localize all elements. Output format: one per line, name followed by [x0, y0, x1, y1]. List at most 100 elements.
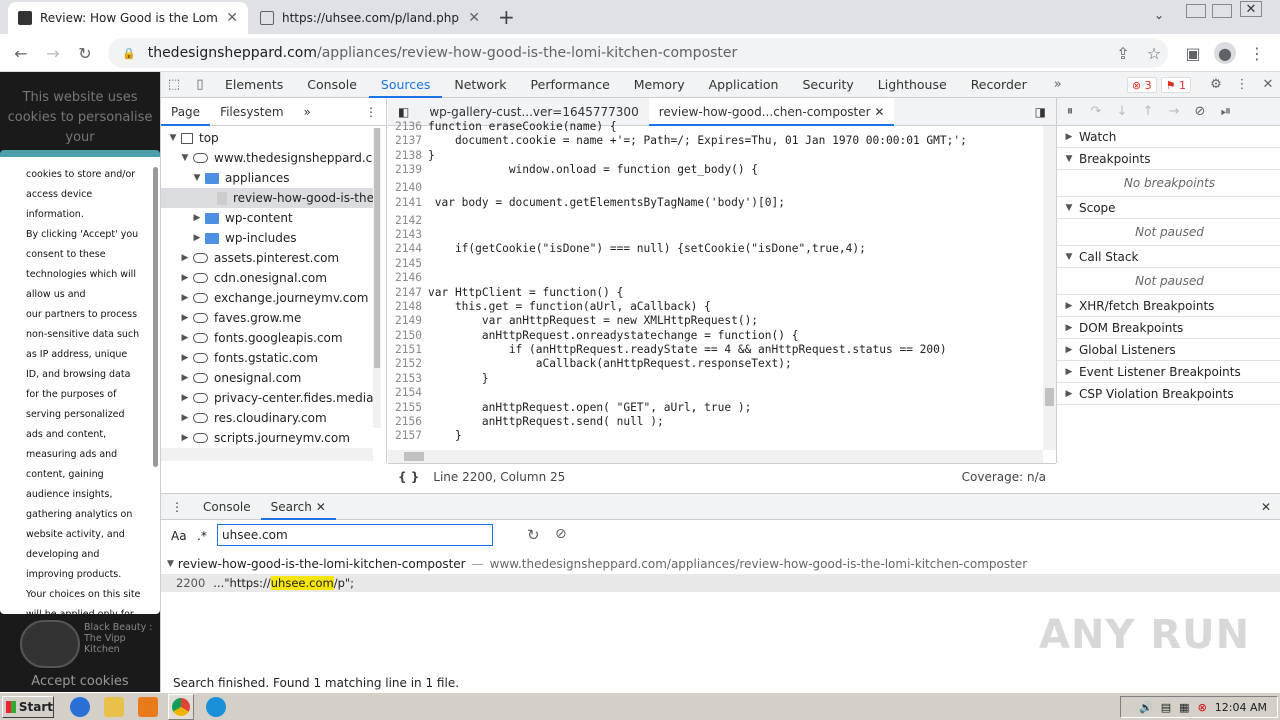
back-arrow-icon[interactable]: ←	[10, 42, 32, 64]
browser-tab-active[interactable]: Review: How Good is the Lomi Kitche ✕	[8, 2, 248, 34]
clear-search-icon[interactable]: ⊘	[555, 526, 567, 542]
expand-triangle-icon[interactable]: ▶	[179, 433, 191, 443]
tree-item[interactable]: ▶ faves.grow.me	[161, 308, 373, 328]
tree-item[interactable]: ▼ www.thedesignsheppard.com	[161, 148, 373, 168]
code-lines[interactable]: 2136 function eraseCookie(name) {2137 doc…	[388, 120, 1043, 444]
edge-icon[interactable]	[206, 697, 226, 717]
tree-item[interactable]: ▶ res.cloudinary.com	[161, 408, 373, 428]
pane-global-listeners[interactable]: ▶ Global Listeners	[1057, 339, 1280, 361]
tree-item[interactable]: ▶ scripts.journeymv.com	[161, 428, 373, 448]
kebab-menu-icon[interactable]: ⋮	[1246, 42, 1268, 64]
tree-item[interactable]: ▶ fonts.googleapis.com	[161, 328, 373, 348]
pane-event-listener-breakpoints[interactable]: ▶ Event Listener Breakpoints	[1057, 361, 1280, 383]
navigator-kebab-icon[interactable]: ⋮	[355, 98, 387, 126]
tree-item[interactable]: ▼ top	[161, 128, 373, 148]
search-result-line[interactable]: 2200 ..."https://uhsee.com/p";	[161, 574, 1280, 592]
close-editor-tab-icon[interactable]: ✕	[874, 105, 884, 119]
more-tabs-chevron-icon[interactable]: »	[1045, 72, 1071, 98]
issues-badge[interactable]: ⚑ 1	[1160, 76, 1191, 93]
tree-scrollbar[interactable]	[373, 128, 381, 428]
match-case-button[interactable]: Aa	[171, 529, 187, 543]
code-horizontal-scrollbar[interactable]	[388, 450, 1043, 463]
explorer-folder-icon[interactable]	[104, 697, 124, 717]
errors-badge[interactable]: ⊗ 3	[1126, 76, 1157, 93]
restore-button[interactable]	[1212, 4, 1232, 18]
tree-horizontal-scrollbar[interactable]	[161, 448, 373, 461]
drawer-tab-search[interactable]: Search ✕	[260, 494, 336, 520]
tab-elements[interactable]: Elements	[213, 72, 295, 98]
device-toolbar-icon[interactable]: ▯	[187, 72, 213, 98]
pane-call-stack[interactable]: ▼ Call Stack	[1057, 246, 1280, 268]
step-icon[interactable]: →	[1161, 99, 1187, 125]
tab-console[interactable]: Console	[295, 72, 369, 98]
tree-item[interactable]: ▶ cdn.onesignal.com	[161, 268, 373, 288]
media-player-icon[interactable]	[138, 697, 158, 717]
tree-item[interactable]: ▶ privacy-center.fides.mediavine	[161, 388, 373, 408]
tree-item[interactable]: review-how-good-is-the-	[161, 188, 373, 208]
close-search-tab-icon[interactable]: ✕	[316, 500, 326, 514]
drawer-kebab-icon[interactable]: ⋮	[161, 494, 193, 520]
close-tab-icon[interactable]: ✕	[226, 10, 238, 26]
tray-icon[interactable]: ▦	[1179, 701, 1189, 714]
tab-search-chevron-icon[interactable]: ⌄	[1154, 8, 1164, 22]
start-button[interactable]: Start	[2, 696, 54, 718]
expand-triangle-icon[interactable]: ▶	[179, 393, 191, 403]
code-scroll-thumb[interactable]	[1045, 388, 1054, 406]
pause-icon[interactable]: ⏸	[1057, 99, 1083, 125]
cookie-scrollbar[interactable]	[153, 167, 158, 467]
expand-triangle-icon[interactable]: ▶	[179, 413, 191, 423]
bookmark-star-icon[interactable]: ☆	[1143, 42, 1165, 64]
tree-item[interactable]: ▶ wp-includes	[161, 228, 373, 248]
tab-performance[interactable]: Performance	[519, 72, 622, 98]
refresh-search-icon[interactable]: ↻	[527, 526, 540, 544]
reload-icon[interactable]: ↻	[74, 42, 96, 64]
tab-recorder[interactable]: Recorder	[959, 72, 1039, 98]
profile-avatar-icon[interactable]: ●	[1214, 42, 1236, 64]
tree-item[interactable]: ▶ assets.pinterest.com	[161, 248, 373, 268]
expand-triangle-icon[interactable]: ▶	[179, 373, 191, 383]
expand-triangle-icon[interactable]: ▶	[179, 333, 191, 343]
tree-item[interactable]: ▶ onesignal.com	[161, 368, 373, 388]
pretty-print-icon[interactable]: { }	[388, 470, 433, 484]
tab-filesystem[interactable]: Filesystem	[210, 98, 293, 126]
regex-button[interactable]: .*	[197, 529, 207, 543]
pause-on-exceptions-icon[interactable]: ⏯	[1213, 99, 1239, 125]
tab-sources[interactable]: Sources	[368, 72, 443, 98]
article-teaser[interactable]: Black Beauty : The Vipp Kitchen	[20, 620, 160, 672]
step-into-icon[interactable]: ↓	[1109, 99, 1135, 125]
expand-triangle-icon[interactable]: ▶	[191, 233, 203, 243]
tab-page[interactable]: Page	[161, 98, 211, 126]
ie-icon[interactable]	[70, 697, 90, 717]
more-navigator-chevron-icon[interactable]: »	[294, 98, 321, 126]
tree-item[interactable]: ▶ wp-content	[161, 208, 373, 228]
code-vertical-scrollbar[interactable]	[1043, 126, 1056, 450]
expand-triangle-icon[interactable]: ▶	[179, 253, 191, 263]
pane-dom-breakpoints[interactable]: ▶ DOM Breakpoints	[1057, 317, 1280, 339]
settings-gear-icon[interactable]: ⚙	[1203, 72, 1229, 98]
inspect-element-icon[interactable]: ⬚	[161, 72, 187, 98]
drawer-tab-console[interactable]: Console	[193, 494, 261, 520]
pane-xhr-fetch-breakpoints[interactable]: ▶ XHR/fetch Breakpoints	[1057, 295, 1280, 317]
tree-item[interactable]: ▼ appliances	[161, 168, 373, 188]
expand-triangle-icon[interactable]: ▶	[179, 313, 191, 323]
tab-network[interactable]: Network	[442, 72, 518, 98]
volume-icon[interactable]: 🔊	[1139, 701, 1153, 714]
tree-item[interactable]: ▶ exchange.journeymv.com	[161, 288, 373, 308]
pane-watch[interactable]: ▶ Watch	[1057, 126, 1280, 148]
close-drawer-icon[interactable]: ✕	[1251, 494, 1280, 520]
tab-memory[interactable]: Memory	[622, 72, 697, 98]
url-bar[interactable]: 🔒 thedesignsheppard.com/appliances/revie…	[108, 38, 1168, 68]
close-devtools-icon[interactable]: ✕	[1255, 72, 1280, 98]
expand-triangle-icon[interactable]: ▶	[191, 213, 203, 223]
accept-cookies-button[interactable]: Accept cookies	[0, 674, 160, 692]
step-out-icon[interactable]: ↑	[1135, 99, 1161, 125]
tab-application[interactable]: Application	[697, 72, 791, 98]
tree-item[interactable]: ▶ fonts.gstatic.com	[161, 348, 373, 368]
chrome-taskbar-button[interactable]	[168, 694, 194, 720]
expand-triangle-icon[interactable]: ▼	[179, 153, 191, 163]
forward-arrow-icon[interactable]: →	[42, 42, 64, 64]
security-icon[interactable]: ⊗	[1198, 701, 1207, 714]
close-tab-icon[interactable]: ✕	[468, 10, 480, 26]
search-result-file[interactable]: ▼ review-how-good-is-the-lomi-kitchen-co…	[161, 554, 1280, 574]
share-icon[interactable]: ⇪	[1112, 42, 1134, 64]
